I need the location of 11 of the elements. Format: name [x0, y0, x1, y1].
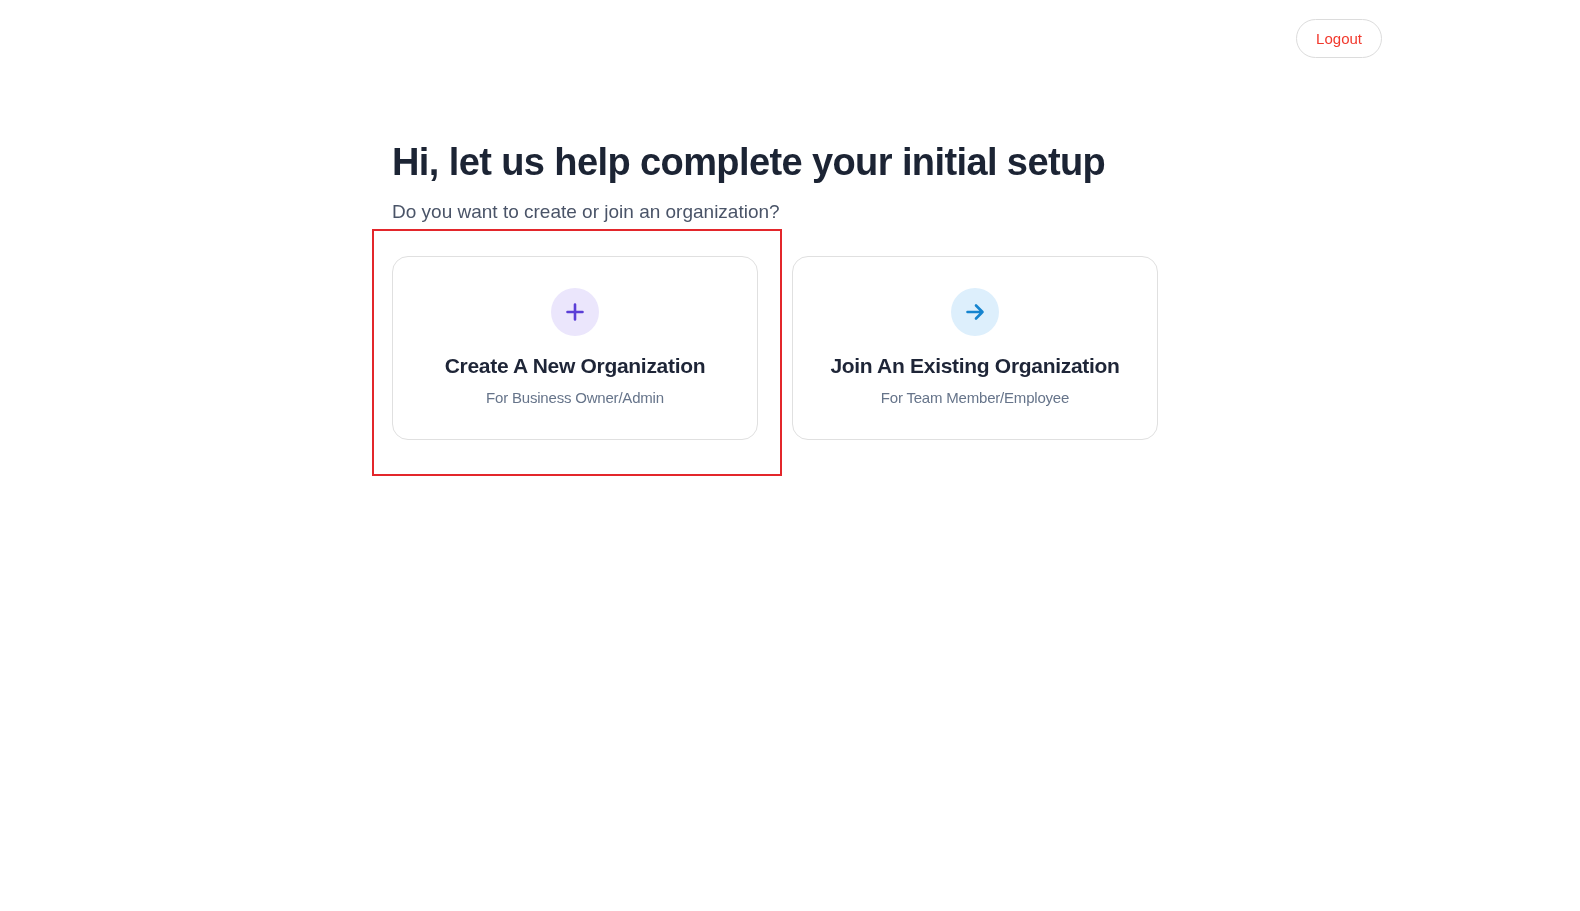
page-heading: Hi, let us help complete your initial setup	[392, 140, 1107, 184]
page-subheading: Do you want to create or join an organization?	[392, 200, 781, 224]
option-title: Join An Existing Organization	[830, 353, 1120, 379]
option-card[interactable]: Join An Existing Organization For Team Member/Employee	[792, 256, 1158, 440]
option-subtitle: For Team Member/Employee	[880, 389, 1070, 407]
plus-icon	[551, 288, 599, 336]
logout-button[interactable]: Logout	[1296, 19, 1382, 58]
option-subtitle: For Business Owner/Admin	[486, 389, 664, 407]
arrow-right-icon	[951, 288, 999, 336]
option-card[interactable]: Create A New Organization For Business Owner/Admin	[392, 256, 758, 440]
option-title: Create A New Organization	[444, 353, 706, 379]
